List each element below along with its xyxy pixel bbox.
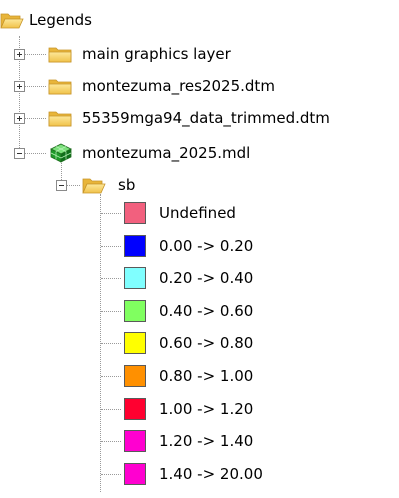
tree-connector <box>101 376 121 377</box>
expand-plus-icon[interactable] <box>14 81 25 92</box>
tree-item-label: 55359mga94_data_trimmed.dtm <box>82 109 330 127</box>
legend-item-label: 0.20 -> 0.40 <box>159 269 254 287</box>
legend-item-label: 1.00 -> 1.20 <box>159 400 254 418</box>
tree-connector <box>24 118 46 119</box>
tree-item-label: main graphics layer <box>82 45 231 63</box>
color-swatch <box>124 430 146 452</box>
color-swatch <box>124 300 146 322</box>
legend-item-label: 0.80 -> 1.00 <box>159 367 254 385</box>
tree-connector <box>101 474 121 475</box>
expand-plus-icon[interactable] <box>14 113 25 124</box>
color-swatch <box>124 463 146 485</box>
tree-item-label: sb <box>118 176 136 194</box>
legend-item-label: 1.40 -> 20.00 <box>159 465 263 483</box>
tree-connector <box>24 86 46 87</box>
color-swatch <box>124 332 146 354</box>
collapse-minus-icon[interactable] <box>56 180 67 191</box>
folder-open-icon <box>82 178 106 194</box>
tree-connector <box>101 278 121 279</box>
expand-plus-icon[interactable] <box>14 49 25 60</box>
legend-item-label: 0.00 -> 0.20 <box>159 237 254 255</box>
tree-connector <box>66 185 80 186</box>
color-swatch <box>124 267 146 289</box>
color-swatch <box>124 398 146 420</box>
collapse-minus-icon[interactable] <box>14 148 25 159</box>
color-swatch <box>124 365 146 387</box>
tree-root-label: Legends <box>29 11 92 29</box>
tree-connector <box>101 311 121 312</box>
legend-tree: Legends main graphics layer montezuma_re… <box>0 0 399 498</box>
legend-item-label: 0.60 -> 0.80 <box>159 334 254 352</box>
tree-connector <box>101 409 121 410</box>
folder-open-icon <box>0 13 24 29</box>
tree-item-label: montezuma_2025.mdl <box>82 144 251 162</box>
folder-icon <box>48 79 72 95</box>
tree-connector <box>101 441 121 442</box>
color-swatch <box>124 202 146 224</box>
tree-connector <box>101 213 121 214</box>
legend-item-label: 1.20 -> 1.40 <box>159 432 254 450</box>
tree-connector <box>24 54 46 55</box>
legend-item-label: Undefined <box>159 204 236 222</box>
folder-icon <box>48 111 72 127</box>
tree-connector <box>101 246 121 247</box>
legend-item-label: 0.40 -> 0.60 <box>159 302 254 320</box>
tree-connector <box>101 343 121 344</box>
color-swatch <box>124 235 146 257</box>
block-model-icon <box>50 143 72 163</box>
tree-item-label: montezuma_res2025.dtm <box>82 77 275 95</box>
folder-icon <box>48 47 72 63</box>
tree-connector <box>24 153 46 154</box>
